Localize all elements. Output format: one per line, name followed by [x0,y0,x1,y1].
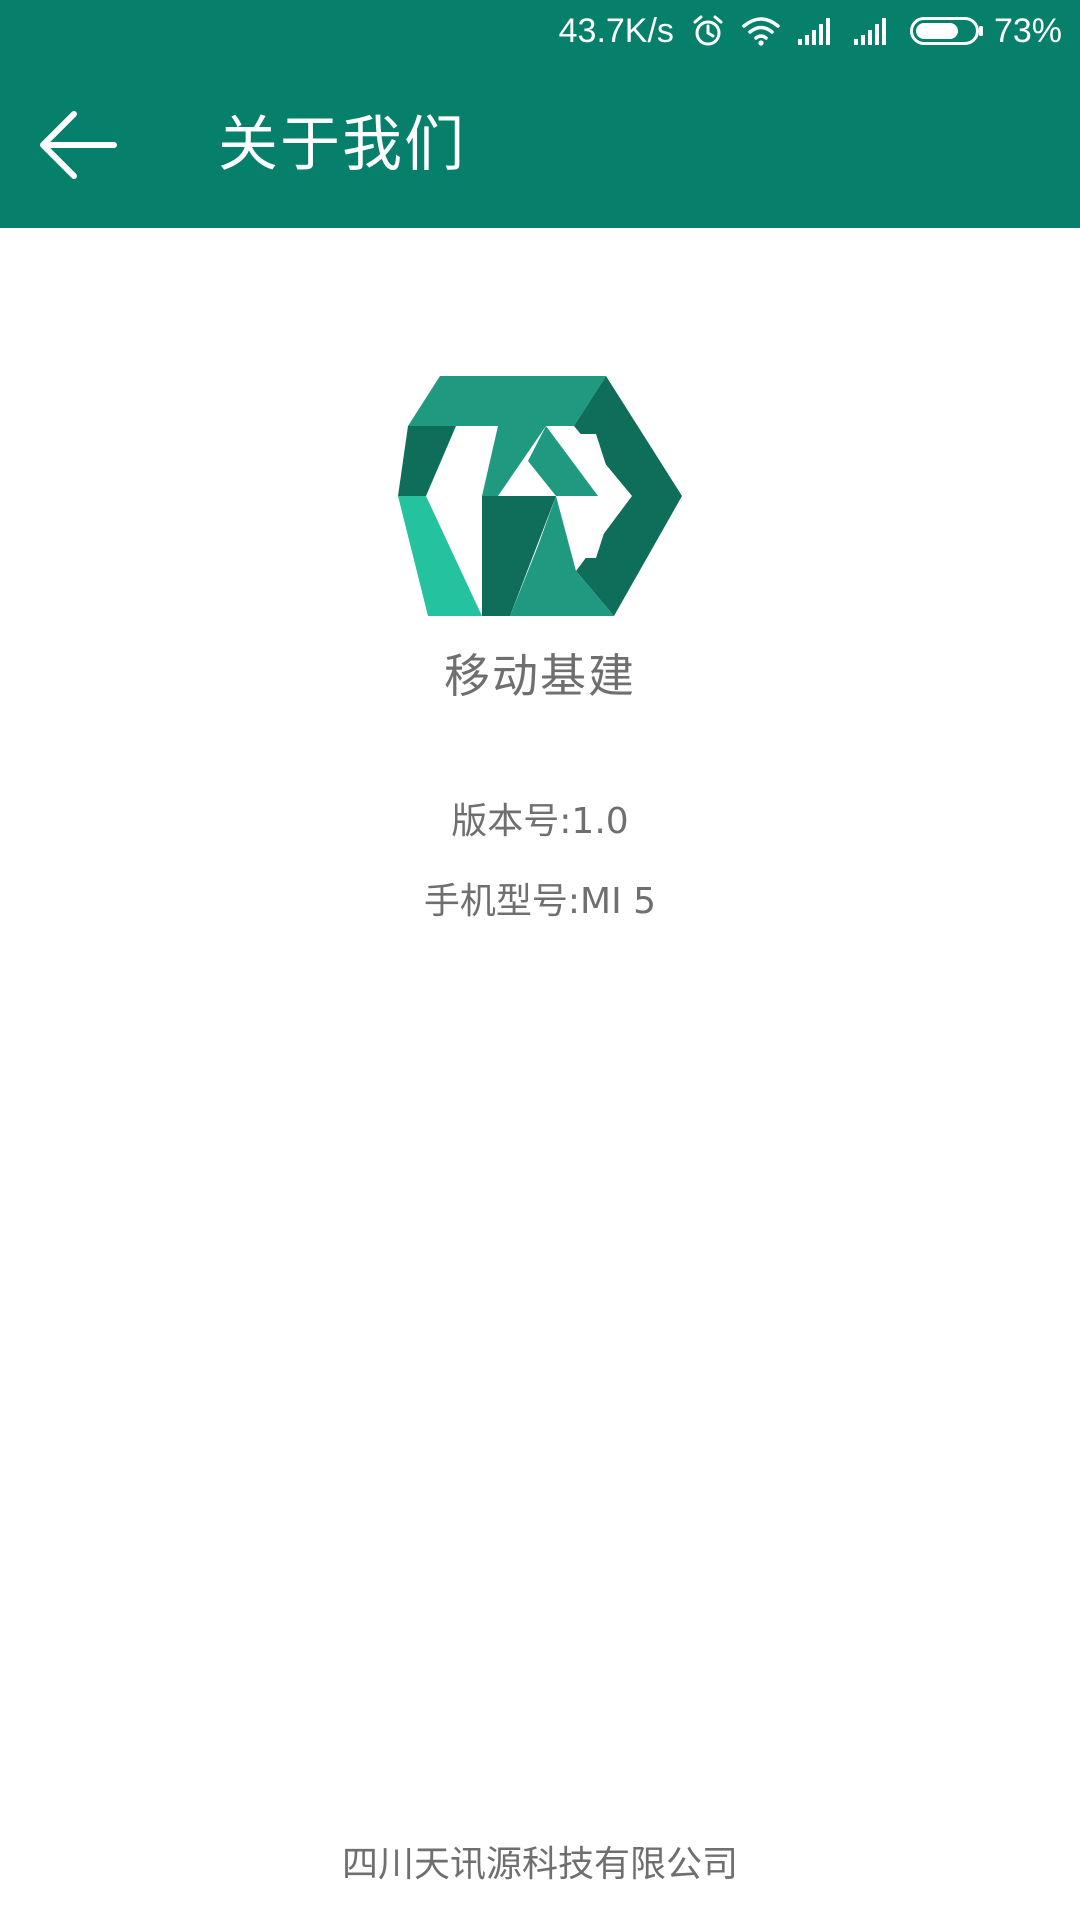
wifi-icon [742,17,780,46]
about-screen: 43.7K/s 73% 关于我们 移动基建 版本号:1.0 手机型号:MI 5 … [0,0,1080,1920]
status-right: 43.7K/s 73% [559,8,1062,54]
app-logo [398,376,682,616]
battery-percent: 73% [993,12,1062,50]
app-name: 移动基建 [444,649,636,703]
page-title: 关于我们 [218,110,466,180]
alarm-icon [693,15,723,46]
network-speed: 43.7K/s [558,12,674,50]
status-bar: 43.7K/s 73% [0,0,1080,62]
battery-status: 73% [909,8,1062,54]
version-text: 版本号:1.0 [451,801,629,842]
arrow-left-icon [40,111,117,179]
app-header: 43.7K/s 73% 关于我们 [0,0,1080,228]
phone-model-text: 手机型号:MI 5 [423,881,657,922]
signal-icon [853,18,886,45]
company-name: 四川天讯源科技有限公司 [341,1844,738,1885]
battery-icon [909,17,983,45]
toolbar: 关于我们 [0,62,1080,228]
back-button[interactable] [28,100,128,190]
signal-icon [797,18,830,45]
